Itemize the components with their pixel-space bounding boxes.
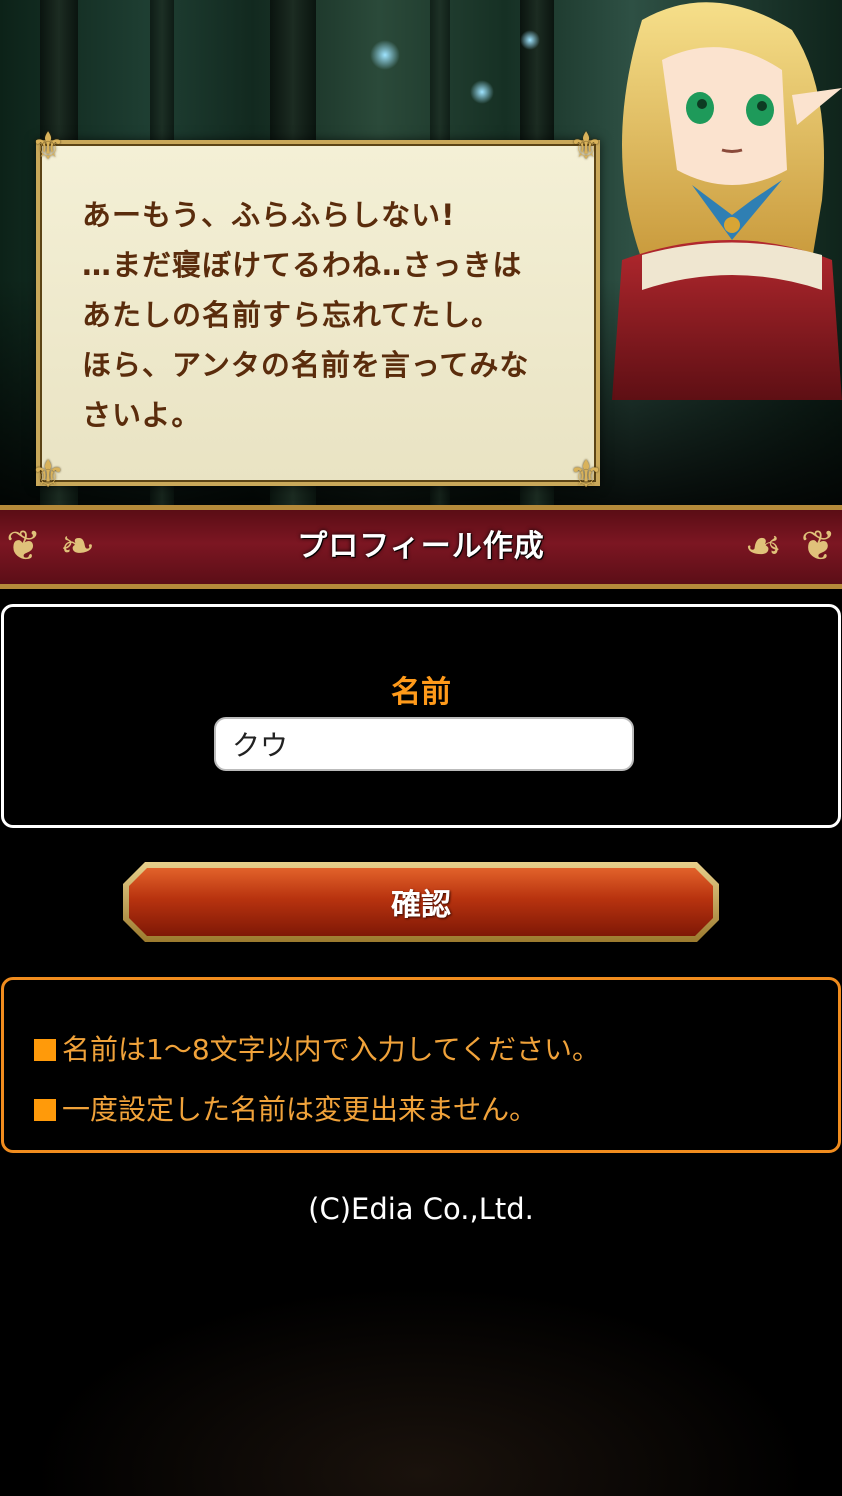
name-form-panel: 名前 xyxy=(1,604,841,828)
name-label: 名前 xyxy=(391,675,451,710)
fleur-de-lis-icon: ⚜ xyxy=(30,124,66,168)
confirm-button-frame: 確認 xyxy=(123,862,719,942)
page-title: プロフィール作成 xyxy=(297,529,545,564)
note-item: 一度設定した名前は変更出来ません。 xyxy=(34,1090,537,1130)
dialogue-line: さいよ。 xyxy=(82,398,202,432)
square-bullet-icon xyxy=(34,1099,56,1121)
dialogue-line: あたしの名前すら忘れてたし。 xyxy=(82,298,502,332)
dialogue-line: あーもう、ふらふらしない! xyxy=(82,198,456,232)
light-sparkle xyxy=(520,30,540,50)
name-input[interactable] xyxy=(214,717,634,771)
story-scene: ⚜ ⚜ ⚜ ⚜ あーもう、ふらふらしない! …まだ寝ぼけてるわね‥さっきは あた… xyxy=(0,0,842,505)
note-text: 一度設定した名前は変更出来ません。 xyxy=(62,1093,538,1126)
light-sparkle xyxy=(370,40,400,70)
confirm-button[interactable]: 確認 xyxy=(129,868,713,936)
note-item: 名前は1～8文字以内で入力してください。 xyxy=(34,1030,600,1070)
dialogue-text: あーもう、ふらふらしない! …まだ寝ぼけてるわね‥さっきは あたしの名前すら忘れ… xyxy=(82,190,582,440)
notes-panel: 名前は1～8文字以内で入力してください。 一度設定した名前は変更出来ません。 xyxy=(1,977,841,1153)
fleur-de-lis-icon: ⚜ xyxy=(568,124,604,168)
copyright-text: (C)Edia Co.,Ltd. xyxy=(308,1192,534,1226)
elf-character-portrait xyxy=(612,2,842,400)
light-sparkle xyxy=(470,80,494,104)
square-bullet-icon xyxy=(34,1039,56,1061)
fleur-de-lis-icon: ⚜ xyxy=(568,452,604,496)
footer-background xyxy=(0,1270,842,1496)
dialogue-line: …まだ寝ぼけてるわね‥さっきは xyxy=(82,248,523,282)
section-banner: ❦ ❧ ☙ ❦ プロフィール作成 xyxy=(0,505,842,589)
note-text: 名前は1～8文字以内で入力してください。 xyxy=(62,1033,600,1066)
fleur-de-lis-icon: ⚜ xyxy=(30,452,66,496)
dialogue-line: ほら、アンタの名前を言ってみな xyxy=(82,348,530,382)
